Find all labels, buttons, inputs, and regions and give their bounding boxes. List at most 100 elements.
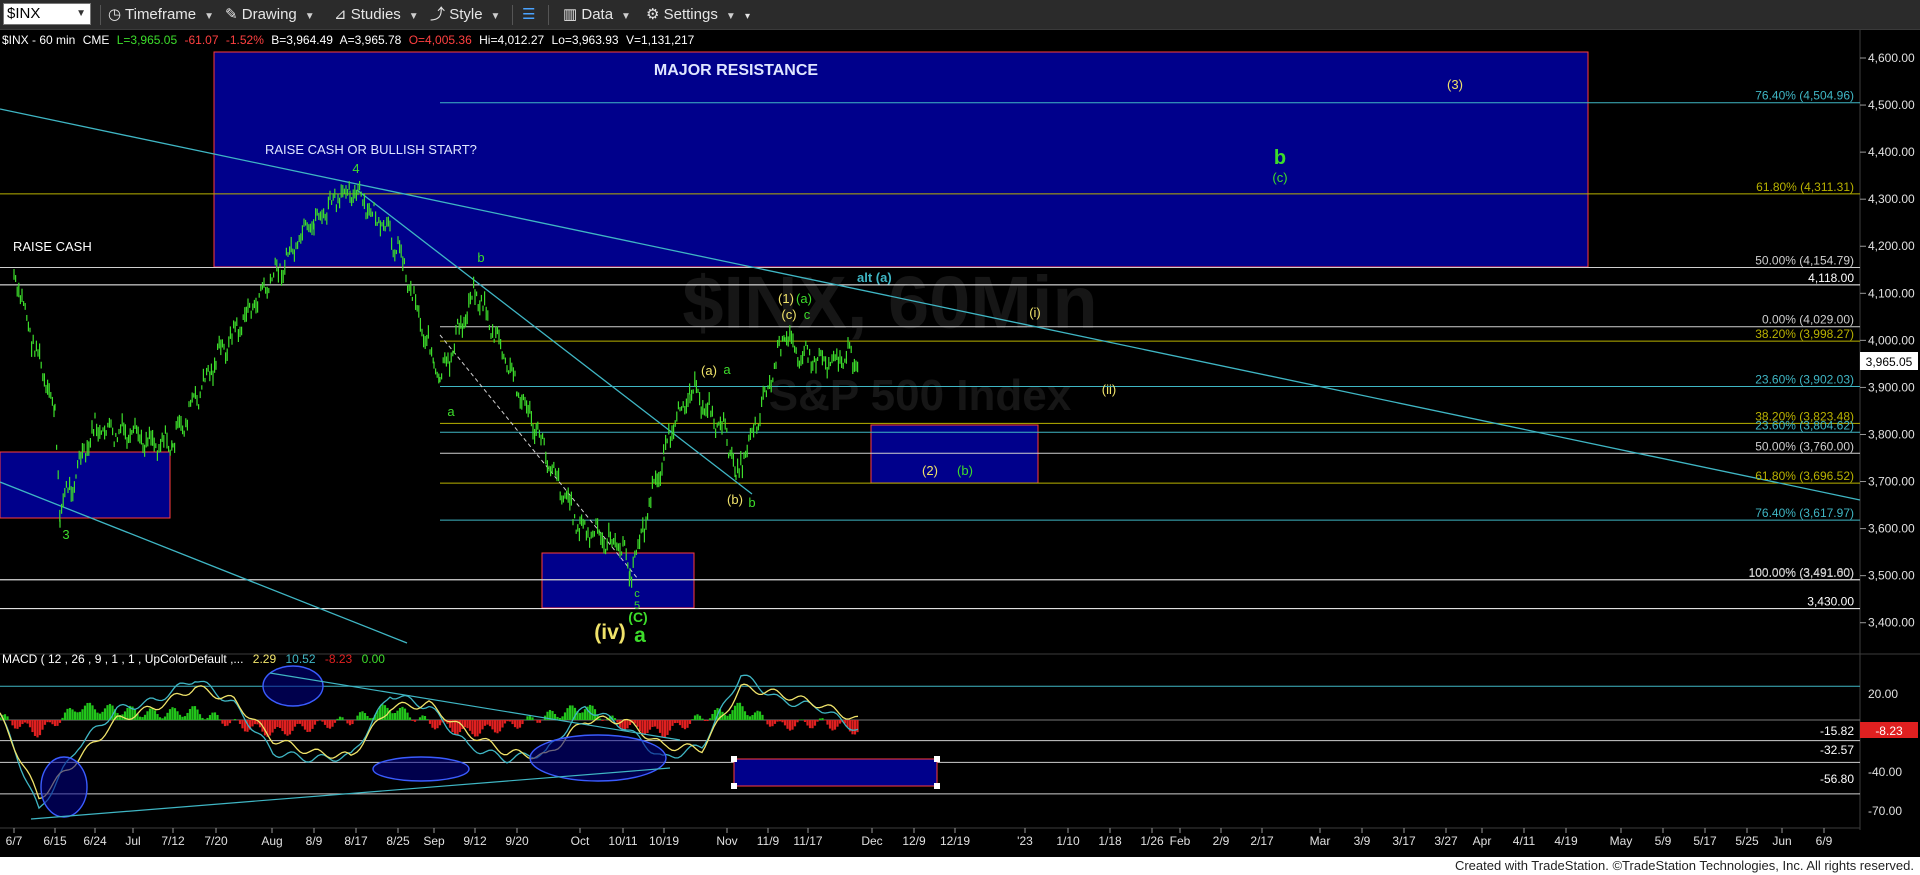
wave-c-small-label: c [804, 307, 811, 322]
time-tick-label: Nov [716, 834, 737, 848]
price-tick-label: 4,200.00 [1868, 239, 1915, 253]
time-tick-label: May [1610, 834, 1633, 848]
studies-button[interactable]: ⊿ Studies ▼ [334, 4, 419, 26]
time-tick-label: Jun [1772, 834, 1791, 848]
price-tick-label: 3,500.00 [1868, 569, 1915, 583]
studies-label: Studies [350, 6, 401, 23]
wave-ii-label: (ii) [1102, 382, 1116, 397]
price-tick-label: 4,500.00 [1868, 98, 1915, 112]
header-low: Lo=3,963.93 [552, 33, 619, 47]
gear-icon: ⚙ [646, 6, 660, 23]
symbol-input[interactable]: $INX ▼ [3, 3, 91, 25]
wave-c-sub-label: (c) [1272, 170, 1287, 185]
fib-label: 100.00% (3,491.60) [1749, 566, 1854, 580]
time-tick-label: 10/11 [608, 834, 637, 848]
price-tick-label: 3,800.00 [1868, 427, 1915, 441]
clock-icon: ◷ [108, 6, 122, 23]
settings-label: Settings [663, 6, 718, 23]
time-tick-label: 9/12 [463, 834, 487, 848]
macd-right-value-3: -56.80 [1820, 772, 1854, 786]
time-tick-label: 12/19 [940, 834, 970, 848]
chevron-down-icon: ▼ [621, 11, 631, 22]
style-icon: ⤴ [430, 6, 446, 23]
fib-label: 23.60% (3,902.03) [1755, 372, 1854, 386]
timeframe-label: Timeframe [125, 6, 197, 23]
wave-2-target-zone [870, 424, 1039, 484]
macd-zone-handle[interactable] [934, 756, 940, 762]
layout-toggle-button[interactable]: ☰ [522, 4, 535, 26]
header-volume: V=1,131,217 [626, 33, 695, 47]
time-tick-label: Mar [1310, 834, 1331, 848]
price-tick-label: 3,700.00 [1868, 475, 1915, 489]
wave-4-label: 4 [352, 161, 359, 176]
fib-label: 3,430.00 [1807, 595, 1854, 609]
fib-label: 61.80% (4,311.31) [1756, 180, 1854, 194]
symbol-dropdown-icon[interactable]: ▼ [76, 4, 86, 24]
macd-zone-handle[interactable] [731, 783, 737, 789]
time-tick-label: 11/9 [757, 834, 780, 848]
settings-button[interactable]: ⚙ Settings ▼ [646, 4, 736, 26]
header-exchange: CME [83, 33, 110, 47]
macd-tick-label: -70.00 [1868, 804, 1902, 818]
alt-a-label: alt (a) [857, 270, 892, 285]
wave-b-box-label: (b) [957, 463, 973, 478]
toolbar-divider [548, 5, 549, 25]
header-change-pct: -1.52% [226, 33, 264, 47]
wave-b-major-label: b [1274, 147, 1286, 169]
studies-icon: ⊿ [334, 6, 347, 23]
time-tick-label: 7/20 [204, 834, 228, 848]
fib-label: 50.00% (4,154.79) [1755, 254, 1854, 268]
macd-label: MACD ( 12 , 26 , 9 , 1 , 1 , UpColorDefa… [2, 652, 243, 666]
time-tick-label: 8/17 [344, 834, 368, 848]
time-tick-label: 1/10 [1056, 834, 1080, 848]
header-bid: B=3,964.49 [271, 33, 333, 47]
time-tick-label: 5/9 [1655, 834, 1672, 848]
macd-value-3: -8.23 [325, 652, 353, 666]
data-label: Data [581, 6, 614, 23]
time-tick-label: 1/18 [1098, 834, 1122, 848]
fib-label: 0.00% (4,029.00) [1762, 313, 1854, 327]
time-tick-label: 12/9 [902, 834, 926, 848]
svg-text:MACD ( 12 , 26 , 9 , 1 , 1 , U: MACD ( 12 , 26 , 9 , 1 , 1 , UpColorDefa… [2, 652, 385, 666]
price-tick-label: 4,100.00 [1868, 286, 1915, 300]
time-tick-label: 11/17 [793, 834, 822, 848]
drawing-button[interactable]: ✎ Drawing ▼ [225, 4, 315, 26]
macd-value-2: 10.52 [285, 652, 315, 666]
macd-highlight-june [40, 756, 88, 818]
price-chart[interactable]: $INX, 60Min S&P 500 Index 4,600.004,500.… [0, 30, 1920, 857]
price-tick-label: 4,000.00 [1868, 333, 1915, 347]
time-tick-label: 6/9 [1816, 834, 1833, 848]
time-tick-label: Aug [261, 834, 282, 848]
fib-label: 76.40% (4,504.96) [1755, 89, 1854, 103]
macd-target-zone [733, 758, 938, 787]
data-bars-icon: ▥ [563, 6, 578, 23]
macd-zone-handle[interactable] [934, 783, 940, 789]
svg-text:$INX - 60 min CME: $INX - 60 min CME L=3,965.05 -61.07 -1.5… [2, 33, 695, 47]
data-button[interactable]: ▥ Data ▼ [563, 4, 631, 26]
time-tick-label: 2/17 [1250, 834, 1274, 848]
price-tick-label: 3,600.00 [1868, 522, 1915, 536]
macd-tick-label: 20.00 [1868, 687, 1898, 701]
fib-label: 50.00% (3,760.00) [1755, 439, 1854, 453]
time-tick-label: 8/9 [306, 834, 323, 848]
fib-label: 23.60% (3,804.62) [1755, 418, 1854, 432]
timeframe-button[interactable]: ◷ Timeframe ▼ [108, 4, 214, 26]
time-tick-label: 6/24 [83, 834, 107, 848]
time-tick-label: Dec [861, 834, 882, 848]
macd-right-values: -15.82 -32.57 -56.80 [1820, 724, 1854, 786]
wave-b-y-label: (b) [727, 492, 743, 507]
header-symbol: $INX - 60 min [2, 33, 75, 47]
more-options-button[interactable]: ▾ [745, 4, 750, 26]
header-ask: A=3,965.78 [340, 33, 402, 47]
time-tick-label: 8/25 [386, 834, 410, 848]
last-price-text: 3,965.05 [1866, 355, 1913, 369]
price-tick-label: 4,600.00 [1868, 51, 1915, 65]
time-tick-label: Apr [1473, 834, 1492, 848]
fib-label: 61.80% (3,696.52) [1755, 469, 1854, 483]
header-info: $INX - 60 min CME L=3,965.05 -61.07 -1.5… [2, 33, 695, 47]
macd-highlight-sept [372, 756, 470, 782]
wave-3-left-label: 3 [62, 527, 69, 542]
style-button[interactable]: ⤴ Style ▼ [430, 4, 500, 26]
macd-zone-handle[interactable] [731, 756, 737, 762]
wave-i-label: (i) [1029, 305, 1041, 320]
